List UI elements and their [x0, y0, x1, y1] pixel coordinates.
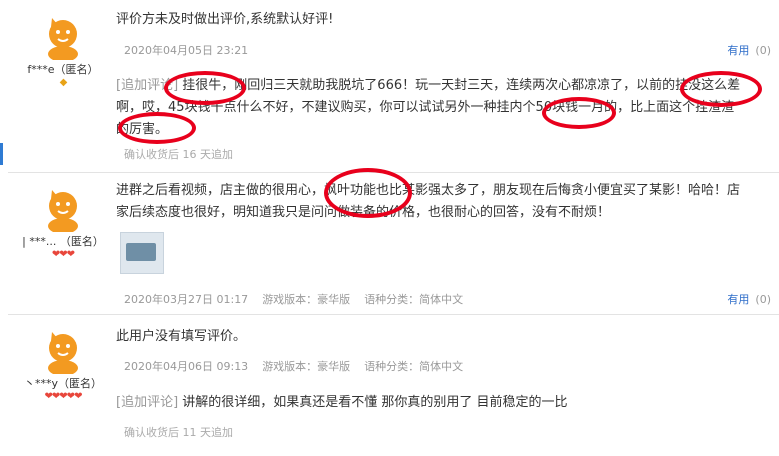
followup-comment: [追加评论] 讲解的很详细，如果真还是看不懂 那你真的别用了 目前稳定的一比 [116, 392, 741, 414]
reviewer-level-badge: ❤❤❤❤❤ [44, 391, 83, 402]
useful-count: (0) [755, 44, 771, 57]
annotation-circle [324, 168, 412, 218]
review-item: 丶***y（匿名） ❤❤❤❤❤ 此用户没有填写评价。 2020年04月06日 0… [8, 314, 779, 456]
language-type: 语种分类：简体中文 [364, 293, 464, 306]
followup-text: 讲解的很详细，如果真还是看不懂 那你真的别用了 目前稳定的一比 [182, 395, 568, 410]
reviewer-info: 丶***y（匿名） ❤❤❤❤❤ [8, 324, 118, 403]
followup-date: 确认收货后 11 天追加 [124, 426, 233, 439]
left-edge-marker [0, 143, 3, 165]
review-content: 此用户没有填写评价。 [116, 326, 741, 348]
reviewer-name: | ***... （匿名） [22, 235, 104, 248]
reviewer-level-badge: ◆ [59, 77, 68, 88]
review-meta: 2020年04月06日 09:13 游戏版本：豪华版 语种分类：简体中文 [124, 358, 477, 374]
orange-mascot-avatar-icon [38, 182, 88, 234]
review-text: 评价方未及时做出评价,系统默认好评! [116, 12, 334, 27]
review-text: 进群之后看视频，店主做的很用心，枫叶功能也比某影强太多了，朋友现在后悔贪小便宜买… [116, 183, 741, 220]
review-date: 2020年04月05日 23:21 [124, 44, 249, 57]
game-version: 游戏版本：豪华版 [262, 293, 351, 306]
useful-button[interactable]: 有用 (0) [727, 291, 771, 307]
review-date: 2020年04月06日 09:13 [124, 360, 249, 373]
useful-label[interactable]: 有用 [727, 293, 749, 306]
avatar [38, 10, 88, 62]
followup-date: 确认收货后 16 天追加 [124, 148, 233, 161]
useful-button[interactable]: 有用 (0) [727, 42, 771, 58]
review-content: 进群之后看视频，店主做的很用心，枫叶功能也比某影强太多了，朋友现在后悔贪小便宜买… [116, 180, 741, 224]
orange-mascot-avatar-icon [38, 10, 88, 62]
reviewer-level-badge: ❤❤❤ [51, 249, 75, 260]
language-type: 语种分类：简体中文 [364, 360, 464, 373]
reviewer-info: | ***... （匿名） ❤❤❤ [8, 182, 118, 261]
orange-mascot-avatar-icon [38, 324, 88, 376]
review-text: 此用户没有填写评价。 [116, 329, 247, 344]
avatar [38, 324, 88, 376]
avatar [38, 182, 88, 234]
reviewer-name: 丶***y（匿名） [23, 377, 102, 390]
review-content: 评价方未及时做出评价,系统默认好评! [116, 9, 741, 31]
useful-count: (0) [755, 293, 771, 306]
reviewer-name: f***e（匿名） [27, 63, 99, 76]
annotation-circle [164, 71, 246, 105]
review-photo-thumbnail[interactable] [120, 232, 164, 274]
followup-label: [追加评论] [116, 395, 179, 410]
review-item: f***e（匿名） ◆ 评价方未及时做出评价,系统默认好评! 2020年04月0… [8, 0, 779, 173]
annotation-circle [542, 97, 616, 129]
review-meta: 2020年03月27日 01:17 游戏版本：豪华版 语种分类：简体中文 [124, 291, 477, 307]
game-version: 游戏版本：豪华版 [262, 360, 351, 373]
reviewer-info: f***e（匿名） ◆ [8, 10, 118, 89]
review-date: 2020年03月27日 01:17 [124, 293, 249, 306]
annotation-circle [118, 112, 196, 144]
annotation-circle [680, 71, 762, 107]
useful-label[interactable]: 有用 [727, 44, 749, 57]
